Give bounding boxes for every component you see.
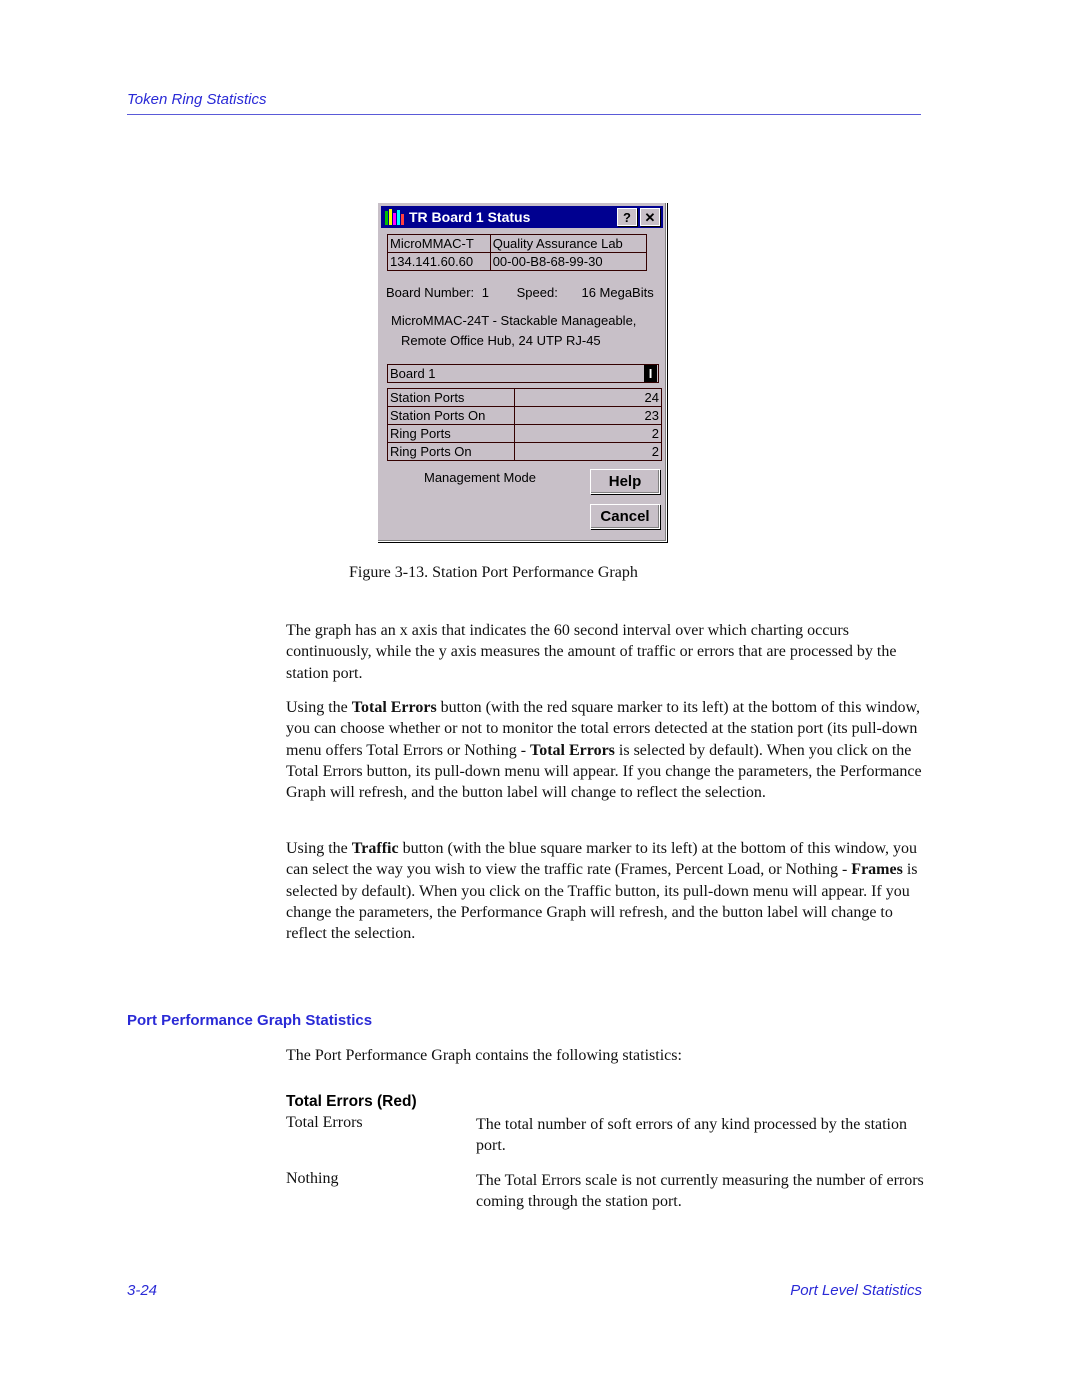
running-header-title: Token Ring Statistics: [127, 91, 267, 108]
figure-caption: Figure 3-13. Station Port Performance Gr…: [349, 564, 638, 581]
help-button[interactable]: Help: [590, 469, 660, 494]
app-icon: [383, 207, 405, 227]
device-name: MicroMMAC-T: [387, 234, 491, 253]
board-description-line2: Remote Office Hub, 24 UTP RJ-45: [401, 333, 601, 348]
bold-term: Frames: [851, 861, 903, 879]
paragraph-graph-axes: The graph has an x axis that indicates t…: [286, 622, 897, 682]
stat-value: 23: [514, 406, 662, 425]
table-row: Station Ports On 23: [387, 406, 662, 425]
text: Using the: [286, 840, 352, 857]
subsection-heading: Total Errors (Red): [286, 1093, 417, 1110]
paragraph-traffic-button: Using the Traffic button (with the blue …: [286, 838, 926, 944]
speed-value: 16 MegaBits: [581, 285, 654, 300]
definition-term: Nothing: [286, 1170, 339, 1187]
stat-label: Ring Ports On: [387, 442, 515, 461]
text-cursor-icon: I: [644, 365, 657, 382]
device-info-grid: MicroMMAC-T Quality Assurance Lab 134.14…: [387, 234, 648, 271]
stat-value: 2: [514, 442, 662, 461]
board-number-label: Board Number:: [386, 285, 475, 300]
board-number-value: 1: [481, 285, 490, 300]
header-rule: [127, 114, 921, 115]
board-description-line1: MicroMMAC-24T - Stackable Manageable,: [391, 313, 637, 328]
paragraph-total-errors-button: Using the Total Errors button (with the …: [286, 697, 926, 803]
close-icon[interactable]: ✕: [640, 208, 660, 226]
text: Using the: [286, 699, 352, 716]
bold-term: Total Errors: [351, 699, 437, 716]
section-heading: Port Performance Graph Statistics: [127, 1012, 373, 1029]
mac-address: 00-00-B8-68-99-30: [489, 252, 648, 271]
stat-value: 2: [514, 424, 662, 443]
help-icon[interactable]: ?: [617, 208, 637, 226]
definition-term: Total Errors: [286, 1114, 363, 1131]
table-row: Station Ports 24: [387, 388, 662, 407]
stat-label: Station Ports: [387, 388, 515, 407]
dialog-titlebar[interactable]: TR Board 1 Status ? ✕: [381, 206, 663, 228]
ip-address: 134.141.60.60: [387, 252, 491, 271]
footer-chapter-title: Port Level Statistics: [790, 1282, 922, 1299]
stat-label: Ring Ports: [387, 424, 515, 443]
board-select-value: Board 1: [390, 366, 436, 381]
device-location: Quality Assurance Lab: [489, 234, 648, 253]
board-info-line: Board Number: 1 Speed: 16 MegaBits: [386, 285, 654, 300]
tr-board-status-dialog: TR Board 1 Status ? ✕ MicroMMAC-T Qualit…: [377, 202, 667, 542]
bold-term: Traffic: [351, 840, 399, 857]
dialog-title: TR Board 1 Status: [409, 209, 531, 225]
definition-description: The Total Errors scale is not currently …: [476, 1172, 924, 1211]
speed-label: Speed:: [516, 285, 558, 300]
port-stats-grid: Station Ports 24 Station Ports On 23 Rin…: [387, 388, 662, 461]
board-select-field[interactable]: Board 1 I: [387, 364, 659, 383]
bold-term: Total Errors: [530, 741, 615, 759]
table-row: Ring Ports On 2: [387, 442, 662, 461]
cancel-button[interactable]: Cancel: [590, 504, 660, 529]
stat-value: 24: [514, 388, 662, 407]
management-mode-label: Management Mode: [424, 470, 537, 485]
definition-description: The total number of soft errors of any k…: [476, 1116, 907, 1155]
page-number: 3-24: [127, 1282, 158, 1299]
section-intro: The Port Performance Graph contains the …: [286, 1047, 682, 1064]
table-row: Ring Ports 2: [387, 424, 662, 443]
stat-label: Station Ports On: [387, 406, 515, 425]
